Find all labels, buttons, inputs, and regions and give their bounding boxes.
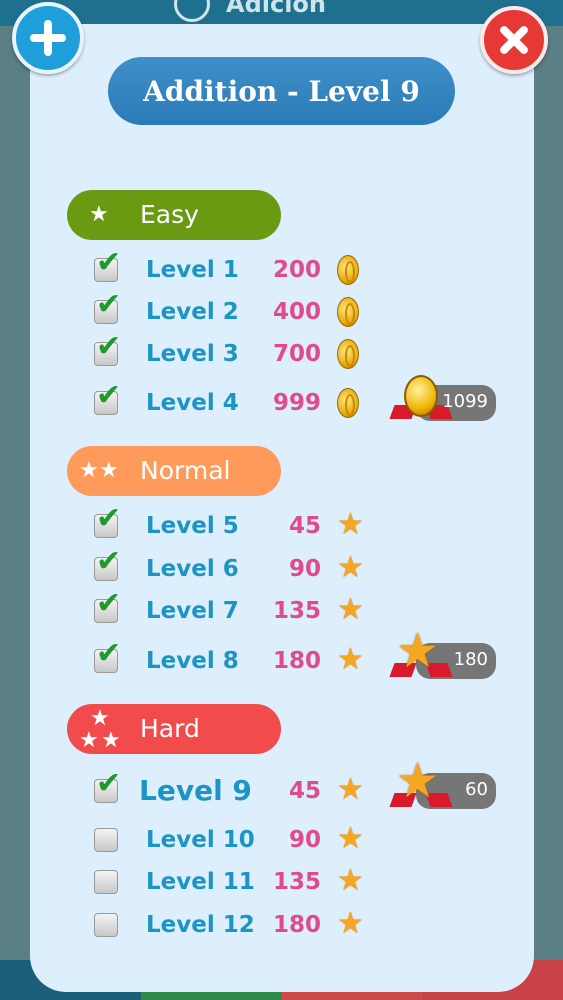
star-icon: ★ <box>79 728 99 753</box>
reward-value: 45 <box>288 778 321 804</box>
section-hard: ★ ★ ★ Hard <box>67 704 281 754</box>
level-row[interactable]: ✔ Level 3 700 <box>0 329 563 374</box>
checkmark-icon: ✔ <box>96 544 122 579</box>
bonus-badge: 1099 <box>390 375 496 423</box>
section-label: Normal <box>140 456 231 485</box>
reward-value: 999 <box>272 390 321 416</box>
level-row[interactable]: Level 12 180 ★ <box>0 905 563 945</box>
star-icon: ★ <box>337 906 364 941</box>
coin-icon <box>337 255 359 285</box>
level-label: Level 7 <box>146 598 239 624</box>
star-icon: ★ <box>396 623 440 679</box>
section-label: Easy <box>140 200 199 229</box>
bonus-badge: ★ 60 <box>390 757 496 811</box>
section-label: Hard <box>140 714 200 743</box>
star-icon: ★ <box>337 821 364 856</box>
level-row-current[interactable]: ✔ Level 9 45 ★ ★ 60 <box>0 757 563 811</box>
star-icon: ★ <box>337 592 364 627</box>
bonus-amount: 1099 <box>442 391 488 412</box>
level-row[interactable]: ✔ Level 1 200 <box>0 245 563 290</box>
star-icon: ★ <box>337 772 364 807</box>
bonus-amount: 180 <box>453 649 488 670</box>
star-icon: ★ <box>337 507 364 542</box>
reward-value: 90 <box>288 556 321 582</box>
plus-icon[interactable] <box>12 2 84 74</box>
star-icon: ★ <box>90 706 110 731</box>
reward-value: 400 <box>272 299 321 325</box>
section-normal: ★ ★ Normal <box>67 446 281 496</box>
reward-value: 135 <box>272 869 321 895</box>
level-row[interactable]: Level 10 90 ★ <box>0 820 563 860</box>
level-label: Level 10 <box>146 827 255 853</box>
star-icon: ★ <box>396 753 440 809</box>
level-row[interactable]: ✔ Level 2 400 <box>0 287 563 332</box>
background-title: Adición <box>226 0 327 18</box>
reward-value: 180 <box>272 912 321 938</box>
level-label: Level 6 <box>146 556 239 582</box>
level-label: Level 8 <box>146 648 239 674</box>
coin-icon <box>337 339 359 369</box>
star-icon: ★ <box>101 728 121 753</box>
checkmark-icon: ✔ <box>96 636 122 671</box>
star-icon: ★ <box>79 458 99 483</box>
level-label: Level 4 <box>146 390 239 416</box>
reward-value: 90 <box>288 827 321 853</box>
level-label: Level 11 <box>146 869 255 895</box>
level-label: Level 9 <box>139 774 252 807</box>
level-label: Level 5 <box>146 513 239 539</box>
coin-icon <box>337 388 359 418</box>
level-label: Level 1 <box>146 257 239 283</box>
info-icon <box>174 0 210 22</box>
checkmark-icon: ✔ <box>96 245 122 280</box>
level-row[interactable]: ✔ Level 6 90 ★ <box>0 544 563 589</box>
reward-value: 135 <box>272 598 321 624</box>
level-label: Level 3 <box>146 341 239 367</box>
coin-icon <box>337 297 359 327</box>
reward-value: 700 <box>272 341 321 367</box>
level-label: Level 2 <box>146 299 239 325</box>
section-easy: ★ Easy <box>67 190 281 240</box>
checkmark-icon: ✔ <box>96 329 122 364</box>
background-header: Adición <box>0 0 563 26</box>
coin-icon <box>404 375 438 417</box>
star-icon: ★ <box>89 202 109 227</box>
level-row[interactable]: ✔ Level 4 999 1099 <box>0 375 563 423</box>
reward-value: 180 <box>272 648 321 674</box>
level-row[interactable]: ✔ Level 5 45 ★ <box>0 501 563 546</box>
checkbox[interactable] <box>94 870 118 894</box>
bonus-badge: ★ 180 <box>390 627 496 681</box>
star-icon: ★ <box>99 458 119 483</box>
star-icon: ★ <box>337 642 364 677</box>
bonus-amount: 60 <box>465 779 488 800</box>
checkmark-icon: ✔ <box>96 501 122 536</box>
level-label: Level 12 <box>146 912 255 938</box>
star-icon: ★ <box>337 863 364 898</box>
star-icon: ★ <box>337 550 364 585</box>
level-row[interactable]: ✔ Level 8 180 ★ ★ 180 <box>0 627 563 681</box>
checkbox[interactable] <box>94 828 118 852</box>
checkmark-icon: ✔ <box>96 287 122 322</box>
level-row[interactable]: ✔ Level 7 135 ★ <box>0 586 563 631</box>
reward-value: 200 <box>272 257 321 283</box>
checkmark-icon: ✔ <box>96 766 122 801</box>
level-row[interactable]: Level 11 135 ★ <box>0 862 563 902</box>
reward-value: 45 <box>288 513 321 539</box>
close-icon[interactable] <box>480 6 548 74</box>
checkbox[interactable] <box>94 913 118 937</box>
dialog-title: Addition - Level 9 <box>108 57 455 125</box>
checkmark-icon: ✔ <box>96 586 122 621</box>
checkmark-icon: ✔ <box>96 378 122 413</box>
